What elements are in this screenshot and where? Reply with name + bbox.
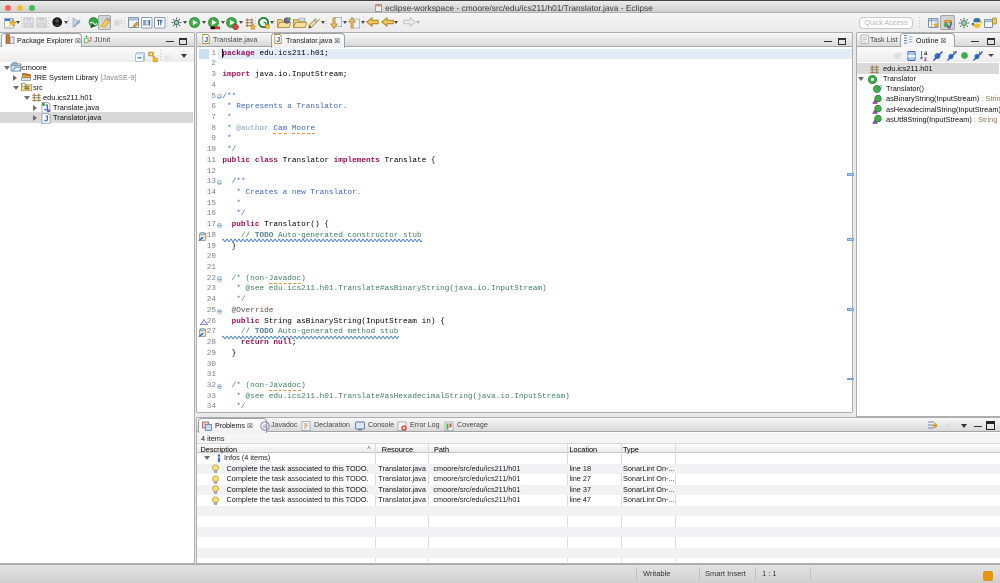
svg-text:J: J (44, 114, 48, 123)
svg-text:J: J (204, 37, 208, 44)
svg-text:J: J (89, 36, 92, 43)
svg-text:J: J (276, 37, 280, 44)
svg-text:c: c (879, 84, 882, 90)
svg-text:a: a (263, 423, 267, 430)
